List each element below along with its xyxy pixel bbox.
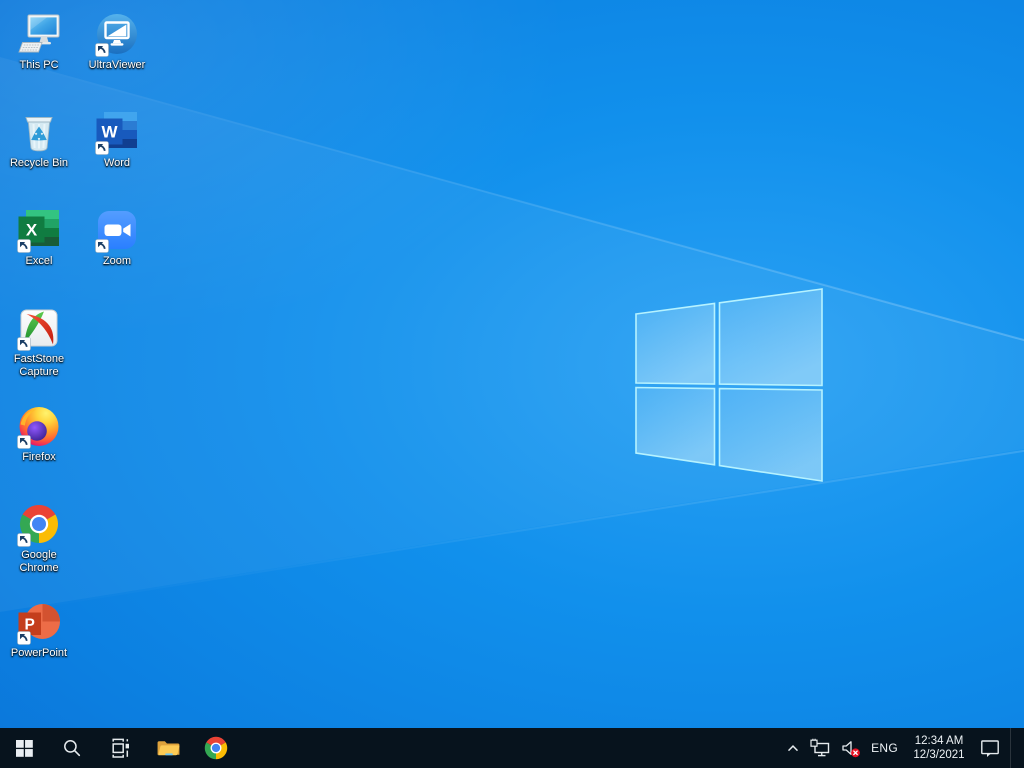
desktop-icon-recycle-bin[interactable]: Recycle Bin — [2, 110, 76, 170]
desktop-icon-word[interactable]: W Word — [80, 110, 154, 170]
desktop-icon-label: Zoom — [80, 255, 154, 268]
desktop: This PC UltraViewer — [0, 0, 1024, 728]
start-button[interactable] — [0, 728, 48, 768]
desktop-icon-zoom[interactable]: Zoom — [80, 208, 154, 268]
this-pc-icon — [17, 12, 61, 56]
volume-tray-icon[interactable] — [841, 739, 861, 758]
desktop-icon-label: UltraViewer — [80, 59, 154, 72]
action-center-icon — [980, 738, 1000, 758]
task-view-icon — [110, 738, 130, 758]
clock-date: 12/3/2021 — [908, 748, 970, 762]
desktop-icon-firefox[interactable]: Firefox — [2, 404, 76, 464]
taskbar-clock[interactable]: 12:34 AM 12/3/2021 — [908, 734, 970, 762]
desktop-icon-google-chrome[interactable]: Google Chrome — [2, 502, 76, 575]
clock-time: 12:34 AM — [908, 734, 970, 748]
svg-text:X: X — [26, 221, 38, 240]
shortcut-arrow-icon — [17, 239, 31, 253]
taskbar: ENG 12:34 AM 12/3/2021 — [0, 728, 1024, 768]
volume-muted-icon — [841, 739, 861, 758]
desktop-icon-label: Excel — [2, 255, 76, 268]
show-desktop-button[interactable] — [1010, 728, 1016, 768]
system-tray: ENG 12:34 AM 12/3/2021 — [786, 728, 1024, 768]
windows-logo-icon — [16, 740, 33, 757]
hidden-icons-chevron[interactable] — [786, 742, 800, 755]
network-icon — [810, 738, 831, 758]
search-button[interactable] — [48, 728, 96, 768]
desktop-icon-label: Firefox — [2, 451, 76, 464]
file-explorer-button[interactable] — [144, 728, 192, 768]
svg-text:W: W — [101, 123, 118, 142]
chrome-icon — [203, 735, 229, 761]
shortcut-arrow-icon — [17, 533, 31, 547]
action-center-button[interactable] — [980, 738, 1000, 758]
windows-wallpaper-logo-icon — [630, 282, 826, 484]
recycle-bin-icon — [17, 110, 61, 154]
desktop-icon-ultraviewer[interactable]: UltraViewer — [80, 12, 154, 72]
shortcut-arrow-icon — [17, 631, 31, 645]
shortcut-arrow-icon — [95, 239, 109, 253]
language-indicator[interactable]: ENG — [871, 741, 898, 755]
desktop-icon-label: Google Chrome — [2, 549, 76, 575]
task-view-button[interactable] — [96, 728, 144, 768]
desktop-icon-label: Recycle Bin — [2, 157, 76, 170]
chrome-taskbar-button[interactable] — [192, 728, 240, 768]
desktop-icon-label: Word — [80, 157, 154, 170]
shortcut-arrow-icon — [95, 43, 109, 57]
folder-icon — [156, 738, 181, 758]
desktop-icon-label: FastStone Capture — [2, 353, 76, 379]
search-icon — [63, 739, 81, 757]
desktop-icon-faststone-capture[interactable]: FastStone Capture — [2, 306, 76, 379]
shortcut-arrow-icon — [95, 141, 109, 155]
desktop-icon-powerpoint[interactable]: P PowerPoint — [2, 600, 76, 660]
chevron-up-icon — [786, 742, 800, 755]
desktop-icon-excel[interactable]: X Excel — [2, 208, 76, 268]
shortcut-arrow-icon — [17, 435, 31, 449]
shortcut-arrow-icon — [17, 337, 31, 351]
desktop-icon-label: PowerPoint — [2, 647, 76, 660]
desktop-icon-this-pc[interactable]: This PC — [2, 12, 76, 72]
network-tray-icon[interactable] — [810, 738, 831, 758]
desktop-icon-label: This PC — [2, 59, 76, 72]
